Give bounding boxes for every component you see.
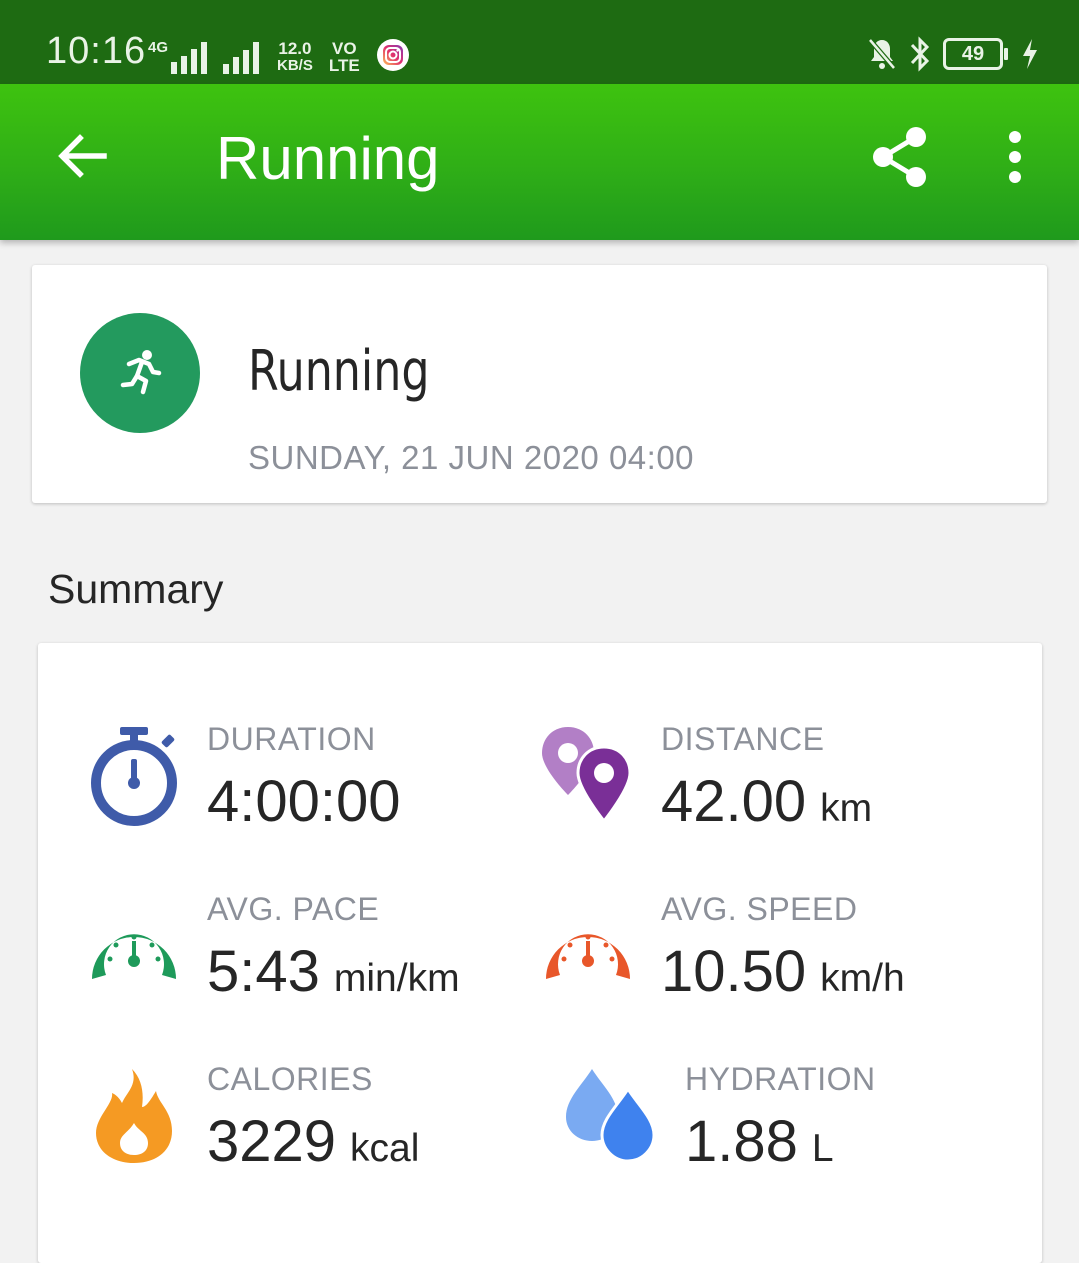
stat-label: AVG. PACE (207, 891, 380, 927)
stat-label: DURATION (207, 721, 376, 757)
stat-calories: CALORIES 3229 kcal (207, 1061, 419, 1175)
instagram-icon (376, 39, 409, 71)
stat-distance: DISTANCE 42.00 km (661, 721, 872, 835)
signal-icon (223, 42, 260, 74)
status-left-icons: 4G 12.0 KB/S VO LTE (148, 34, 410, 74)
signal-4g-icon: 4G (148, 39, 209, 74)
flame-icon (96, 1069, 172, 1163)
stat-unit: kcal (350, 1127, 420, 1170)
status-time: 10:16 (46, 30, 147, 72)
distance-pins-icon (542, 727, 632, 824)
pace-gauge-icon (92, 934, 176, 979)
more-vert-icon (1009, 131, 1021, 183)
notifications-off-icon (868, 38, 896, 70)
app-bar: Running (0, 84, 1079, 240)
stat-label: DISTANCE (661, 721, 825, 757)
stat-value: 10.50 (661, 939, 807, 1004)
stat-unit: km/h (820, 957, 905, 1000)
more-options-button[interactable] (1000, 124, 1030, 195)
activity-name: Running (248, 339, 430, 404)
stat-value: 5:43 (207, 939, 320, 1004)
back-button[interactable] (52, 126, 112, 191)
stat-value: 3229 (207, 1109, 337, 1174)
stat-avg-pace: AVG. PACE 5:43 min/km (207, 891, 460, 1005)
activity-card: Running SUNDAY, 21 JUN 2020 04:00 (32, 265, 1047, 503)
bluetooth-icon (910, 36, 930, 72)
share-icon (873, 127, 926, 187)
stat-unit: L (811, 1127, 834, 1170)
stat-value: 4:00:00 (207, 769, 401, 834)
stat-value: 1.88 (685, 1109, 798, 1174)
arrow-back-icon (58, 134, 107, 178)
stat-value: 42.00 (661, 769, 807, 834)
page-title: Running (216, 125, 440, 192)
stat-unit: km (820, 787, 873, 830)
share-button[interactable] (868, 124, 932, 195)
stat-hydration: HYDRATION 1.88 L (685, 1061, 876, 1175)
activity-avatar (80, 313, 200, 433)
summary-heading: Summary (48, 566, 224, 612)
water-drops-icon (566, 1069, 656, 1163)
stopwatch-icon (91, 727, 177, 826)
speed-gauge-icon (546, 934, 630, 979)
status-bar: 10:16 4G 12.0 KB/S VO LTE 49 (0, 0, 1079, 84)
stat-label: AVG. SPEED (661, 891, 858, 927)
stat-avg-speed: AVG. SPEED 10.50 km/h (661, 891, 905, 1005)
stat-duration: DURATION 4:00:00 (207, 721, 401, 835)
running-icon (120, 350, 162, 395)
summary-card: DURATION 4:00:00 DISTANCE 42.00 km AVG. P… (38, 643, 1042, 1263)
volte-indicator: VO LTE (328, 39, 360, 75)
stat-unit: min/km (333, 957, 460, 1000)
stat-label: CALORIES (207, 1061, 373, 1097)
activity-date: SUNDAY, 21 JUN 2020 04:00 (248, 439, 695, 476)
status-right-icons: 49 (867, 36, 1039, 72)
network-speed: 12.0 KB/S (277, 39, 313, 74)
battery-indicator: 49 (943, 38, 1008, 70)
charging-icon (1023, 39, 1037, 69)
stat-label: HYDRATION (685, 1061, 876, 1097)
